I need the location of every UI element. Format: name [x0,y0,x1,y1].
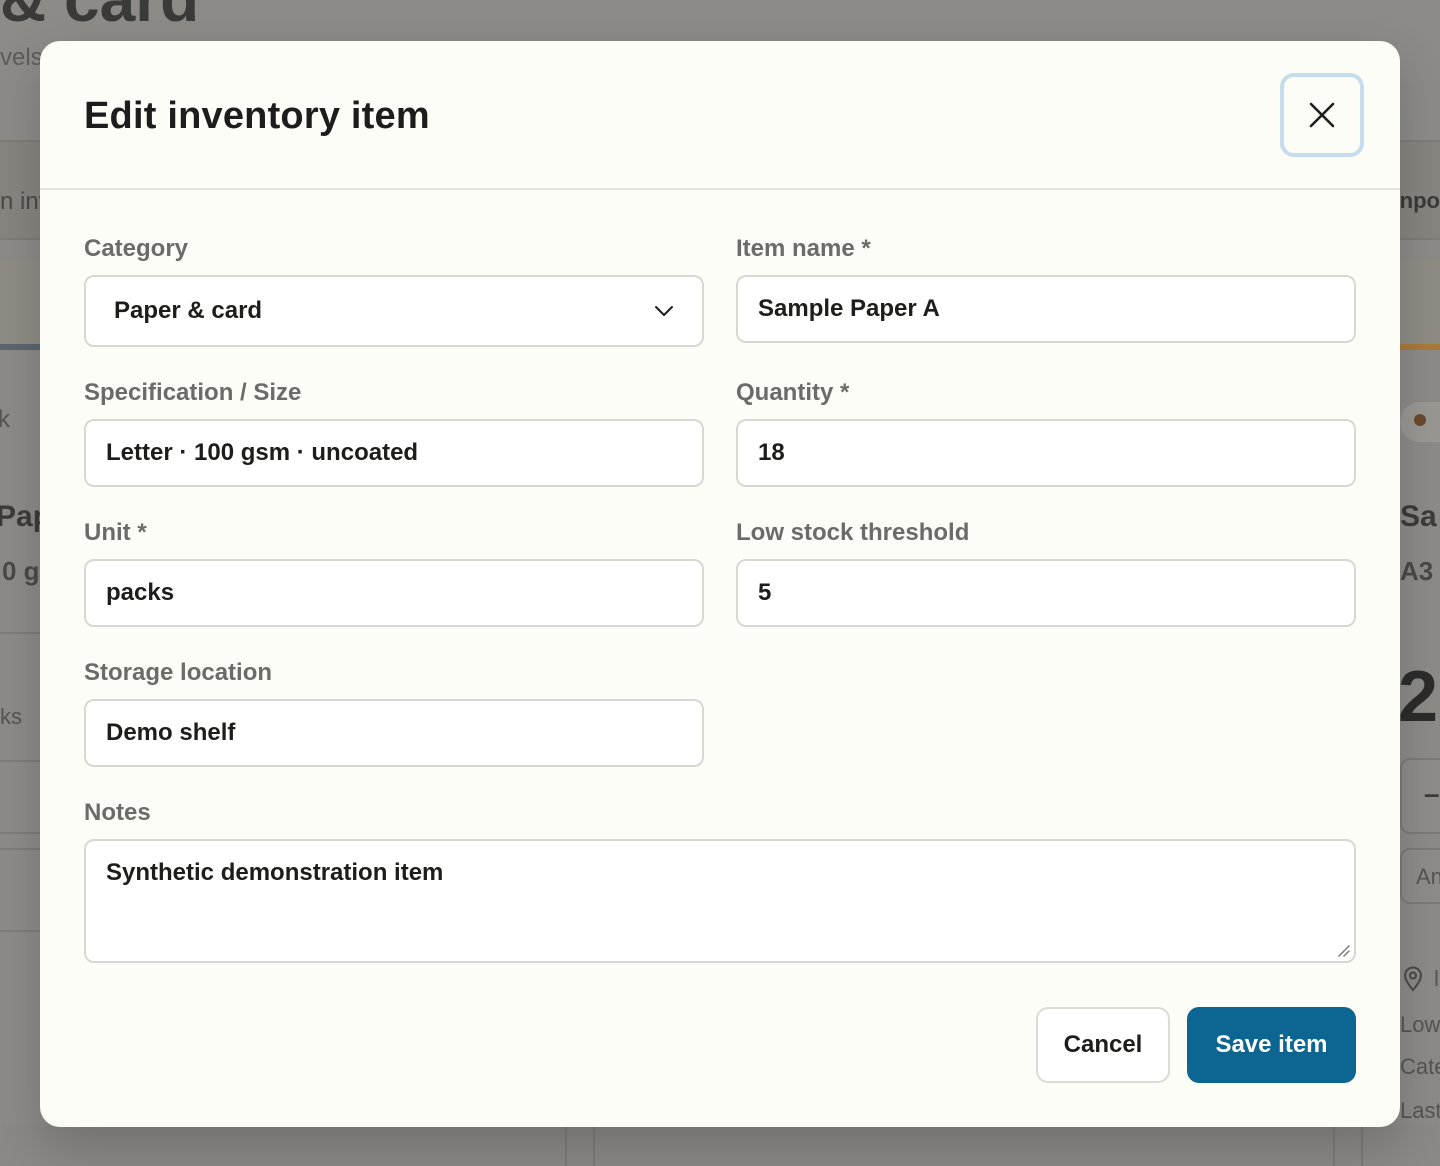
bg-location-text: l [1434,966,1439,991]
save-item-button[interactable]: Save item [1187,1007,1356,1083]
bg-page-subtitle: vels [0,44,43,71]
bg-column-divider [1333,1126,1363,1166]
category-value: Paper & card [114,297,263,324]
bg-footer-row [0,1126,1440,1166]
dialog-header: Edit inventory item [40,41,1400,190]
chevron-down-icon [655,306,673,316]
bg-page-title: & card [0,0,199,36]
category-label: Category [84,235,189,262]
low-stock-input[interactable]: 5 [736,559,1356,627]
low-stock-value: 5 [758,579,772,606]
bg-card-accent-left [0,344,40,350]
specification-value: Letter · 100 gsm · uncoated [106,439,419,466]
notes-value: Synthetic demonstration item [106,859,444,886]
quantity-input[interactable]: 18 [736,419,1356,487]
unit-label: Unit * [84,519,147,546]
bg-decrement-label: – [1424,778,1440,809]
item-name-label: Item name * [736,235,871,262]
close-icon [1309,102,1335,128]
bg-card-left-subtitle: 0 g [2,556,40,586]
category-select[interactable]: Paper & card [84,275,704,347]
unit-value: packs [106,579,175,606]
dialog-title: Edit inventory item [84,95,430,137]
bg-card-left-unit: ks [0,704,22,729]
edit-item-dialog: Edit inventory item Category Paper & car… [40,41,1400,1127]
resize-grip-icon[interactable] [1336,943,1350,957]
bg-divider [0,832,40,834]
bg-card-left-marker: k [0,406,10,433]
storage-value: Demo shelf [106,719,236,746]
quantity-value: 18 [758,439,785,466]
bg-divider [0,930,40,932]
low-stock-label: Low stock threshold [736,519,970,546]
bg-card-right-title: Sa [1400,500,1437,533]
bg-last-label: Last [1400,1098,1440,1123]
bg-toolbar-text-right: npo [1399,188,1440,213]
map-pin-icon [1403,966,1423,992]
bg-card-right-quantity: 2 [1398,657,1439,737]
bg-adjust-input-text: An [1416,864,1440,889]
bg-decrement-button: – [1400,758,1440,834]
bg-status-dot [1414,414,1426,426]
unit-input[interactable]: packs [84,559,704,627]
quantity-label: Quantity * [736,379,850,406]
notes-label: Notes [84,799,151,826]
item-name-value: Sample Paper A [758,295,940,322]
storage-input[interactable]: Demo shelf [84,699,704,767]
bg-divider [0,632,40,634]
notes-textarea[interactable]: Synthetic demonstration item [84,839,1356,963]
bg-low-label: Low [1400,1012,1440,1037]
item-name-input[interactable]: Sample Paper A [736,275,1356,343]
bg-column-divider [565,1126,595,1166]
bg-category-label: Cate [1400,1054,1440,1079]
close-button[interactable] [1280,73,1364,157]
bg-adjust-input: An [1400,848,1440,904]
bg-divider [0,848,40,850]
specification-input[interactable]: Letter · 100 gsm · uncoated [84,419,704,487]
storage-label: Storage location [84,659,273,686]
cancel-button[interactable]: Cancel [1036,1007,1170,1083]
bg-card-right-subtitle: A3 [1400,556,1434,586]
specification-label: Specification / Size [84,379,302,406]
bg-divider [0,760,40,762]
bg-card-accent-right [1400,344,1440,350]
